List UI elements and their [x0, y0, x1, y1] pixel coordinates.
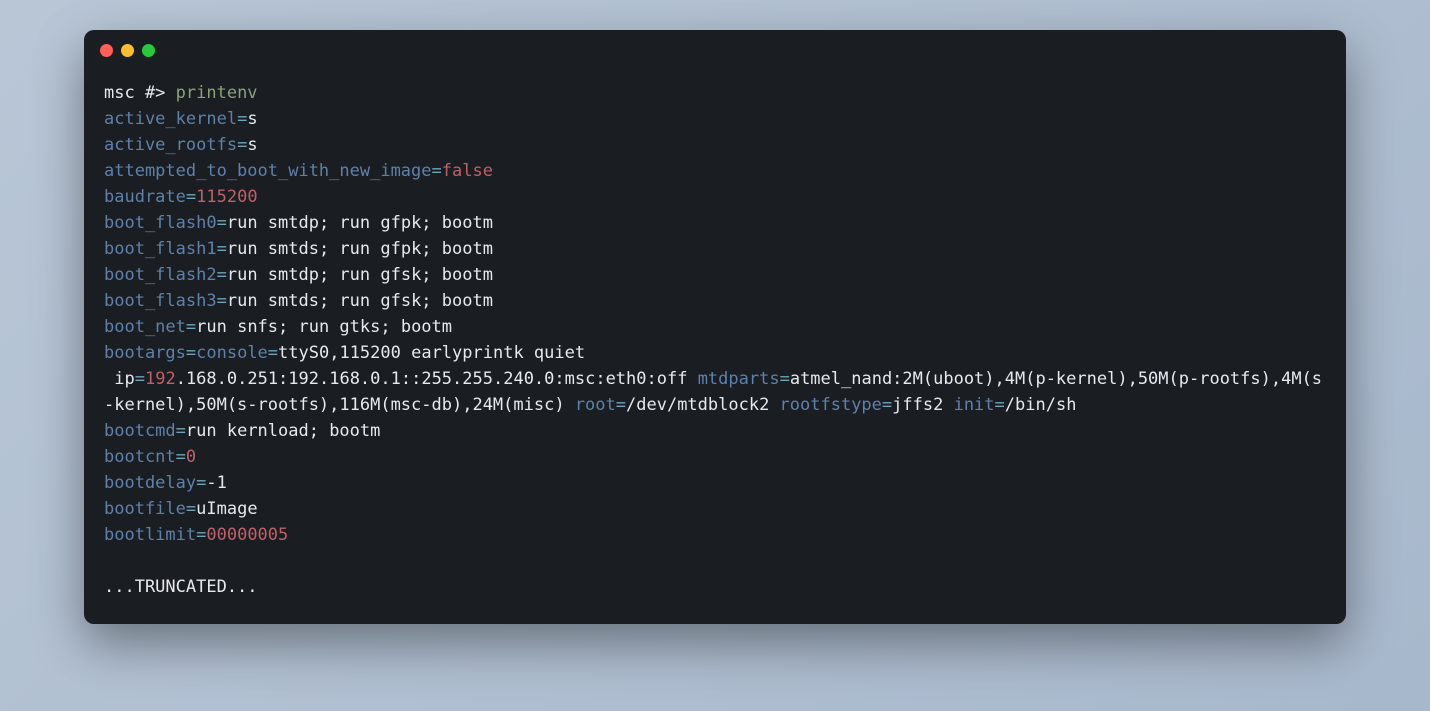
env-line: boot_net=run snfs; run gtks; bootm	[104, 314, 1326, 340]
env-key: baudrate	[104, 187, 186, 207]
env-key: bootfile	[104, 499, 186, 519]
env-line: baudrate=115200	[104, 184, 1326, 210]
equals-sign: =	[186, 499, 196, 519]
equals-sign: =	[237, 135, 247, 155]
shell-prompt: msc #>	[104, 83, 176, 103]
env-key: boot_flash0	[104, 213, 217, 233]
env-key: bootdelay	[104, 473, 196, 493]
env-value: s	[247, 135, 257, 155]
equals-sign: =	[196, 525, 206, 545]
equals-sign: =	[217, 239, 227, 259]
bootargs-console-key: console	[196, 343, 268, 363]
bootargs-root-val: /dev/mtdblock2	[626, 395, 780, 415]
env-key: active_rootfs	[104, 135, 237, 155]
equals-sign: =	[186, 343, 196, 363]
bootargs-ip-rest: .168.0.251:192.168.0.1::255.255.240.0:ms…	[176, 369, 698, 389]
env-line: bootlimit=00000005	[104, 522, 1326, 548]
env-key: bootcmd	[104, 421, 176, 441]
equals-sign: =	[616, 395, 626, 415]
bootargs-rootfstype-key: rootfstype	[780, 395, 882, 415]
env-value: run smtdp; run gfpk; bootm	[227, 213, 493, 233]
command-text: printenv	[176, 83, 258, 103]
env-value: run smtdp; run gfsk; bootm	[227, 265, 493, 285]
terminal-output[interactable]: msc #> printenvactive_kernel=sactive_roo…	[84, 70, 1346, 624]
equals-sign: =	[217, 265, 227, 285]
env-key: bootcnt	[104, 447, 176, 467]
env-key: active_kernel	[104, 109, 237, 129]
terminal-window: msc #> printenvactive_kernel=sactive_roo…	[84, 30, 1346, 624]
env-line: bootcmd=run kernload; bootm	[104, 418, 1326, 444]
bootargs-console-val: ttyS0,115200 earlyprintk quiet	[278, 343, 585, 363]
env-line: attempted_to_boot_with_new_image=false	[104, 158, 1326, 184]
equals-sign: =	[186, 317, 196, 337]
equals-sign: =	[268, 343, 278, 363]
equals-sign: =	[882, 395, 892, 415]
env-key: attempted_to_boot_with_new_image	[104, 161, 432, 181]
env-value: 00000005	[206, 525, 288, 545]
equals-sign: =	[135, 369, 145, 389]
env-line: active_kernel=s	[104, 106, 1326, 132]
close-icon[interactable]	[100, 44, 113, 57]
equals-sign: =	[217, 213, 227, 233]
env-line: bootdelay=-1	[104, 470, 1326, 496]
equals-sign: =	[176, 447, 186, 467]
bootargs-mtdparts-key: mtdparts	[698, 369, 780, 389]
env-line: boot_flash0=run smtdp; run gfpk; bootm	[104, 210, 1326, 236]
env-line: boot_flash3=run smtds; run gfsk; bootm	[104, 288, 1326, 314]
env-key: bootlimit	[104, 525, 196, 545]
env-line: active_rootfs=s	[104, 132, 1326, 158]
env-key: boot_flash3	[104, 291, 217, 311]
bootargs-ip-label: ip	[104, 369, 135, 389]
env-value: run smtds; run gfsk; bootm	[227, 291, 493, 311]
env-key: boot_flash2	[104, 265, 217, 285]
equals-sign: =	[995, 395, 1005, 415]
env-key: boot_flash1	[104, 239, 217, 259]
env-line: bootcnt=0	[104, 444, 1326, 470]
env-value: run snfs; run gtks; bootm	[196, 317, 452, 337]
equals-sign: =	[176, 421, 186, 441]
env-line-bootargs: bootargs=console=ttyS0,115200 earlyprint…	[104, 340, 1326, 418]
env-value: false	[442, 161, 493, 181]
maximize-icon[interactable]	[142, 44, 155, 57]
env-key: bootargs	[104, 343, 186, 363]
env-line: boot_flash2=run smtdp; run gfsk; bootm	[104, 262, 1326, 288]
equals-sign: =	[237, 109, 247, 129]
equals-sign: =	[780, 369, 790, 389]
env-value: 115200	[196, 187, 257, 207]
env-value: 0	[186, 447, 196, 467]
env-value: s	[247, 109, 257, 129]
bootargs-root-key: root	[575, 395, 616, 415]
equals-sign: =	[196, 473, 206, 493]
env-line: bootfile=uImage	[104, 496, 1326, 522]
bootargs-rootfstype-val: jffs2	[892, 395, 953, 415]
truncated-marker: ...TRUNCATED...	[104, 574, 1326, 600]
bootargs-init-key: init	[954, 395, 995, 415]
prompt-line: msc #> printenv	[104, 80, 1326, 106]
env-line: boot_flash1=run smtds; run gfpk; bootm	[104, 236, 1326, 262]
equals-sign: =	[186, 187, 196, 207]
window-titlebar	[84, 30, 1346, 70]
env-value: run smtds; run gfpk; bootm	[227, 239, 493, 259]
env-value: uImage	[196, 499, 257, 519]
bootargs-ip-first: 192	[145, 369, 176, 389]
equals-sign: =	[432, 161, 442, 181]
equals-sign: =	[217, 291, 227, 311]
env-value: run kernload; bootm	[186, 421, 380, 441]
bootargs-init-val: /bin/sh	[1005, 395, 1077, 415]
env-value: -1	[206, 473, 226, 493]
minimize-icon[interactable]	[121, 44, 134, 57]
env-key: boot_net	[104, 317, 186, 337]
